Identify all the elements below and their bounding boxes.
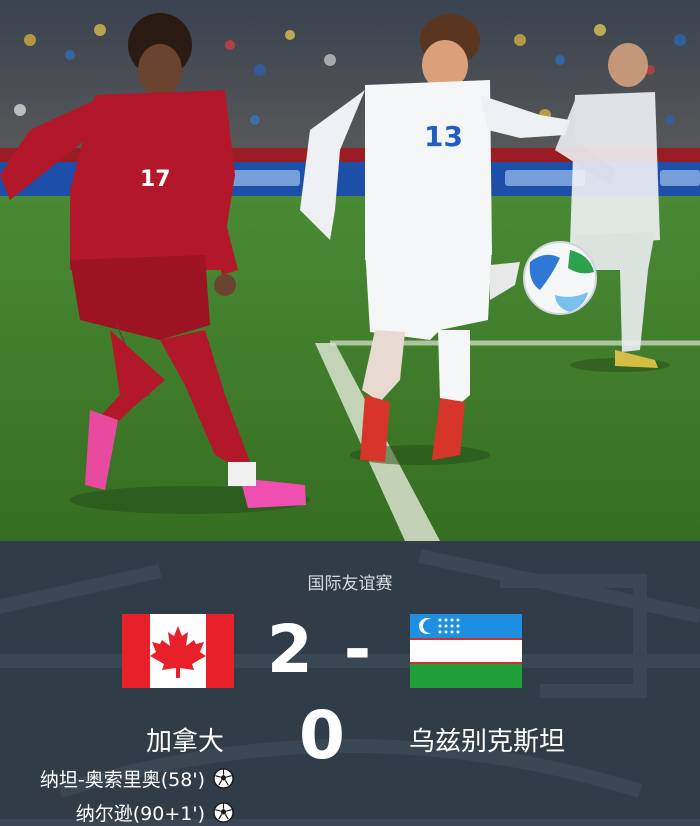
- goal-scorer-text: 纳尔逊(90+1'): [75, 803, 205, 825]
- canada-player-number: 17: [140, 167, 171, 192]
- canada-flag-icon: [122, 614, 234, 688]
- score-separator: -: [343, 611, 373, 688]
- match-photo: 17 13: [0, 0, 700, 541]
- goal-scorer: 纳坦-奥索里奥(58'): [40, 765, 234, 792]
- soccer-ball-icon: [213, 802, 234, 823]
- scoreline: 2 - 0: [250, 607, 395, 779]
- uzbekistan-player-number: 13: [424, 120, 463, 153]
- home-team-name: 加拿大: [146, 727, 225, 757]
- soccer-ball-icon: [213, 768, 234, 789]
- soccer-ball: [523, 241, 597, 315]
- home-score: 2: [266, 611, 314, 688]
- uzbekistan-flag-icon: [410, 614, 522, 688]
- score-card: 国际友谊赛 2 - 0 加拿大 乌兹别克斯坦 纳坦-奥索里奥(58') 纳尔逊(…: [0, 541, 700, 826]
- goal-scorer: 纳尔逊(90+1'): [76, 799, 234, 826]
- goal-scorer-text: 纳坦-奥索里奥(58'): [39, 769, 205, 791]
- away-team-name: 乌兹别克斯坦: [409, 727, 566, 757]
- competition-name: 国际友谊赛: [307, 574, 393, 594]
- away-score: 0: [299, 697, 346, 774]
